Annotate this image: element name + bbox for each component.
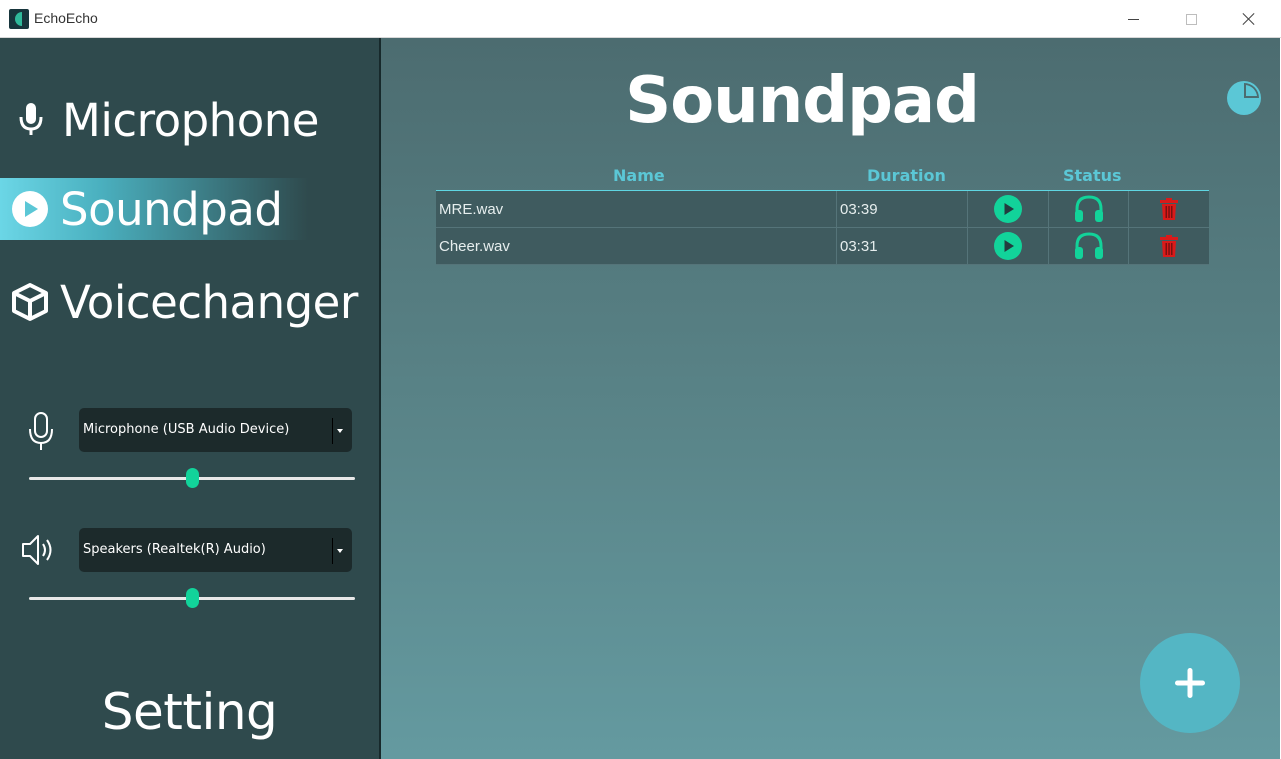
column-header-name: Name	[613, 166, 665, 185]
sidebar-item-voicechanger[interactable]: Voicechanger	[0, 271, 379, 333]
minimize-button[interactable]	[1104, 0, 1162, 38]
main-panel: Soundpad Name Duration Status MRE.wav 03…	[381, 38, 1280, 759]
play-icon	[994, 232, 1022, 260]
headphones-icon	[1074, 195, 1103, 222]
input-volume-thumb[interactable]	[186, 468, 199, 488]
headphones-icon	[1074, 232, 1103, 259]
microphone-icon	[0, 102, 62, 138]
sidebar-item-label: Microphone	[62, 93, 319, 147]
chevron-down-icon	[332, 418, 347, 444]
column-header-status: Status	[1063, 166, 1122, 185]
add-sound-button[interactable]	[1140, 633, 1240, 733]
sidebar-item-label: Soundpad	[60, 182, 283, 236]
plus-icon	[1175, 668, 1205, 698]
trash-icon	[1160, 198, 1178, 220]
table-row: MRE.wav 03:39	[436, 191, 1209, 228]
trash-icon	[1160, 235, 1178, 257]
minimize-icon	[1127, 18, 1139, 20]
sidebar: Microphone Soundpad Voicechanger Microph…	[0, 38, 379, 759]
input-volume-slider[interactable]	[29, 468, 355, 488]
delete-button[interactable]	[1159, 198, 1179, 220]
window-title: EchoEcho	[34, 10, 98, 26]
page-title: Soundpad	[625, 64, 980, 138]
column-header-duration: Duration	[867, 166, 946, 185]
cube-icon	[0, 282, 60, 322]
pie-chart-icon[interactable]	[1226, 80, 1262, 120]
output-volume-thumb[interactable]	[186, 588, 199, 608]
play-button[interactable]	[994, 232, 1022, 260]
close-icon	[1242, 12, 1256, 26]
sidebar-item-microphone[interactable]: Microphone	[0, 89, 379, 151]
setting-button[interactable]: Setting	[0, 683, 379, 741]
sound-name: MRE.wav	[436, 191, 837, 227]
delete-button[interactable]	[1159, 235, 1179, 257]
play-button[interactable]	[994, 195, 1022, 223]
sound-duration: 03:39	[837, 191, 968, 227]
play-circle-icon	[0, 190, 60, 228]
sound-name: Cheer.wav	[436, 228, 837, 264]
sidebar-item-label: Voicechanger	[60, 275, 358, 329]
monitor-button[interactable]	[1074, 195, 1104, 223]
table-header: Name Duration Status	[436, 164, 1209, 191]
monitor-button[interactable]	[1074, 232, 1104, 260]
table-row: Cheer.wav 03:31	[436, 228, 1209, 265]
close-button[interactable]	[1220, 0, 1278, 38]
output-device-select[interactable]: Speakers (Realtek(R) Audio)	[79, 528, 352, 572]
play-icon	[994, 195, 1022, 223]
microphone-outline-icon	[27, 411, 55, 455]
chevron-down-icon	[332, 538, 347, 564]
title-bar: EchoEcho	[0, 0, 1281, 38]
output-volume-slider[interactable]	[29, 588, 355, 608]
sidebar-item-soundpad[interactable]: Soundpad	[0, 178, 335, 240]
input-device-select[interactable]: Microphone (USB Audio Device)	[79, 408, 352, 452]
speaker-icon	[20, 531, 58, 573]
app-logo-icon	[9, 9, 29, 29]
output-device-value: Speakers (Realtek(R) Audio)	[83, 542, 266, 557]
sound-table: Name Duration Status MRE.wav 03:39 Cheer…	[436, 164, 1209, 265]
maximize-button[interactable]	[1162, 0, 1220, 38]
maximize-icon	[1185, 13, 1197, 25]
input-device-value: Microphone (USB Audio Device)	[83, 422, 290, 437]
sound-duration: 03:31	[837, 228, 968, 264]
